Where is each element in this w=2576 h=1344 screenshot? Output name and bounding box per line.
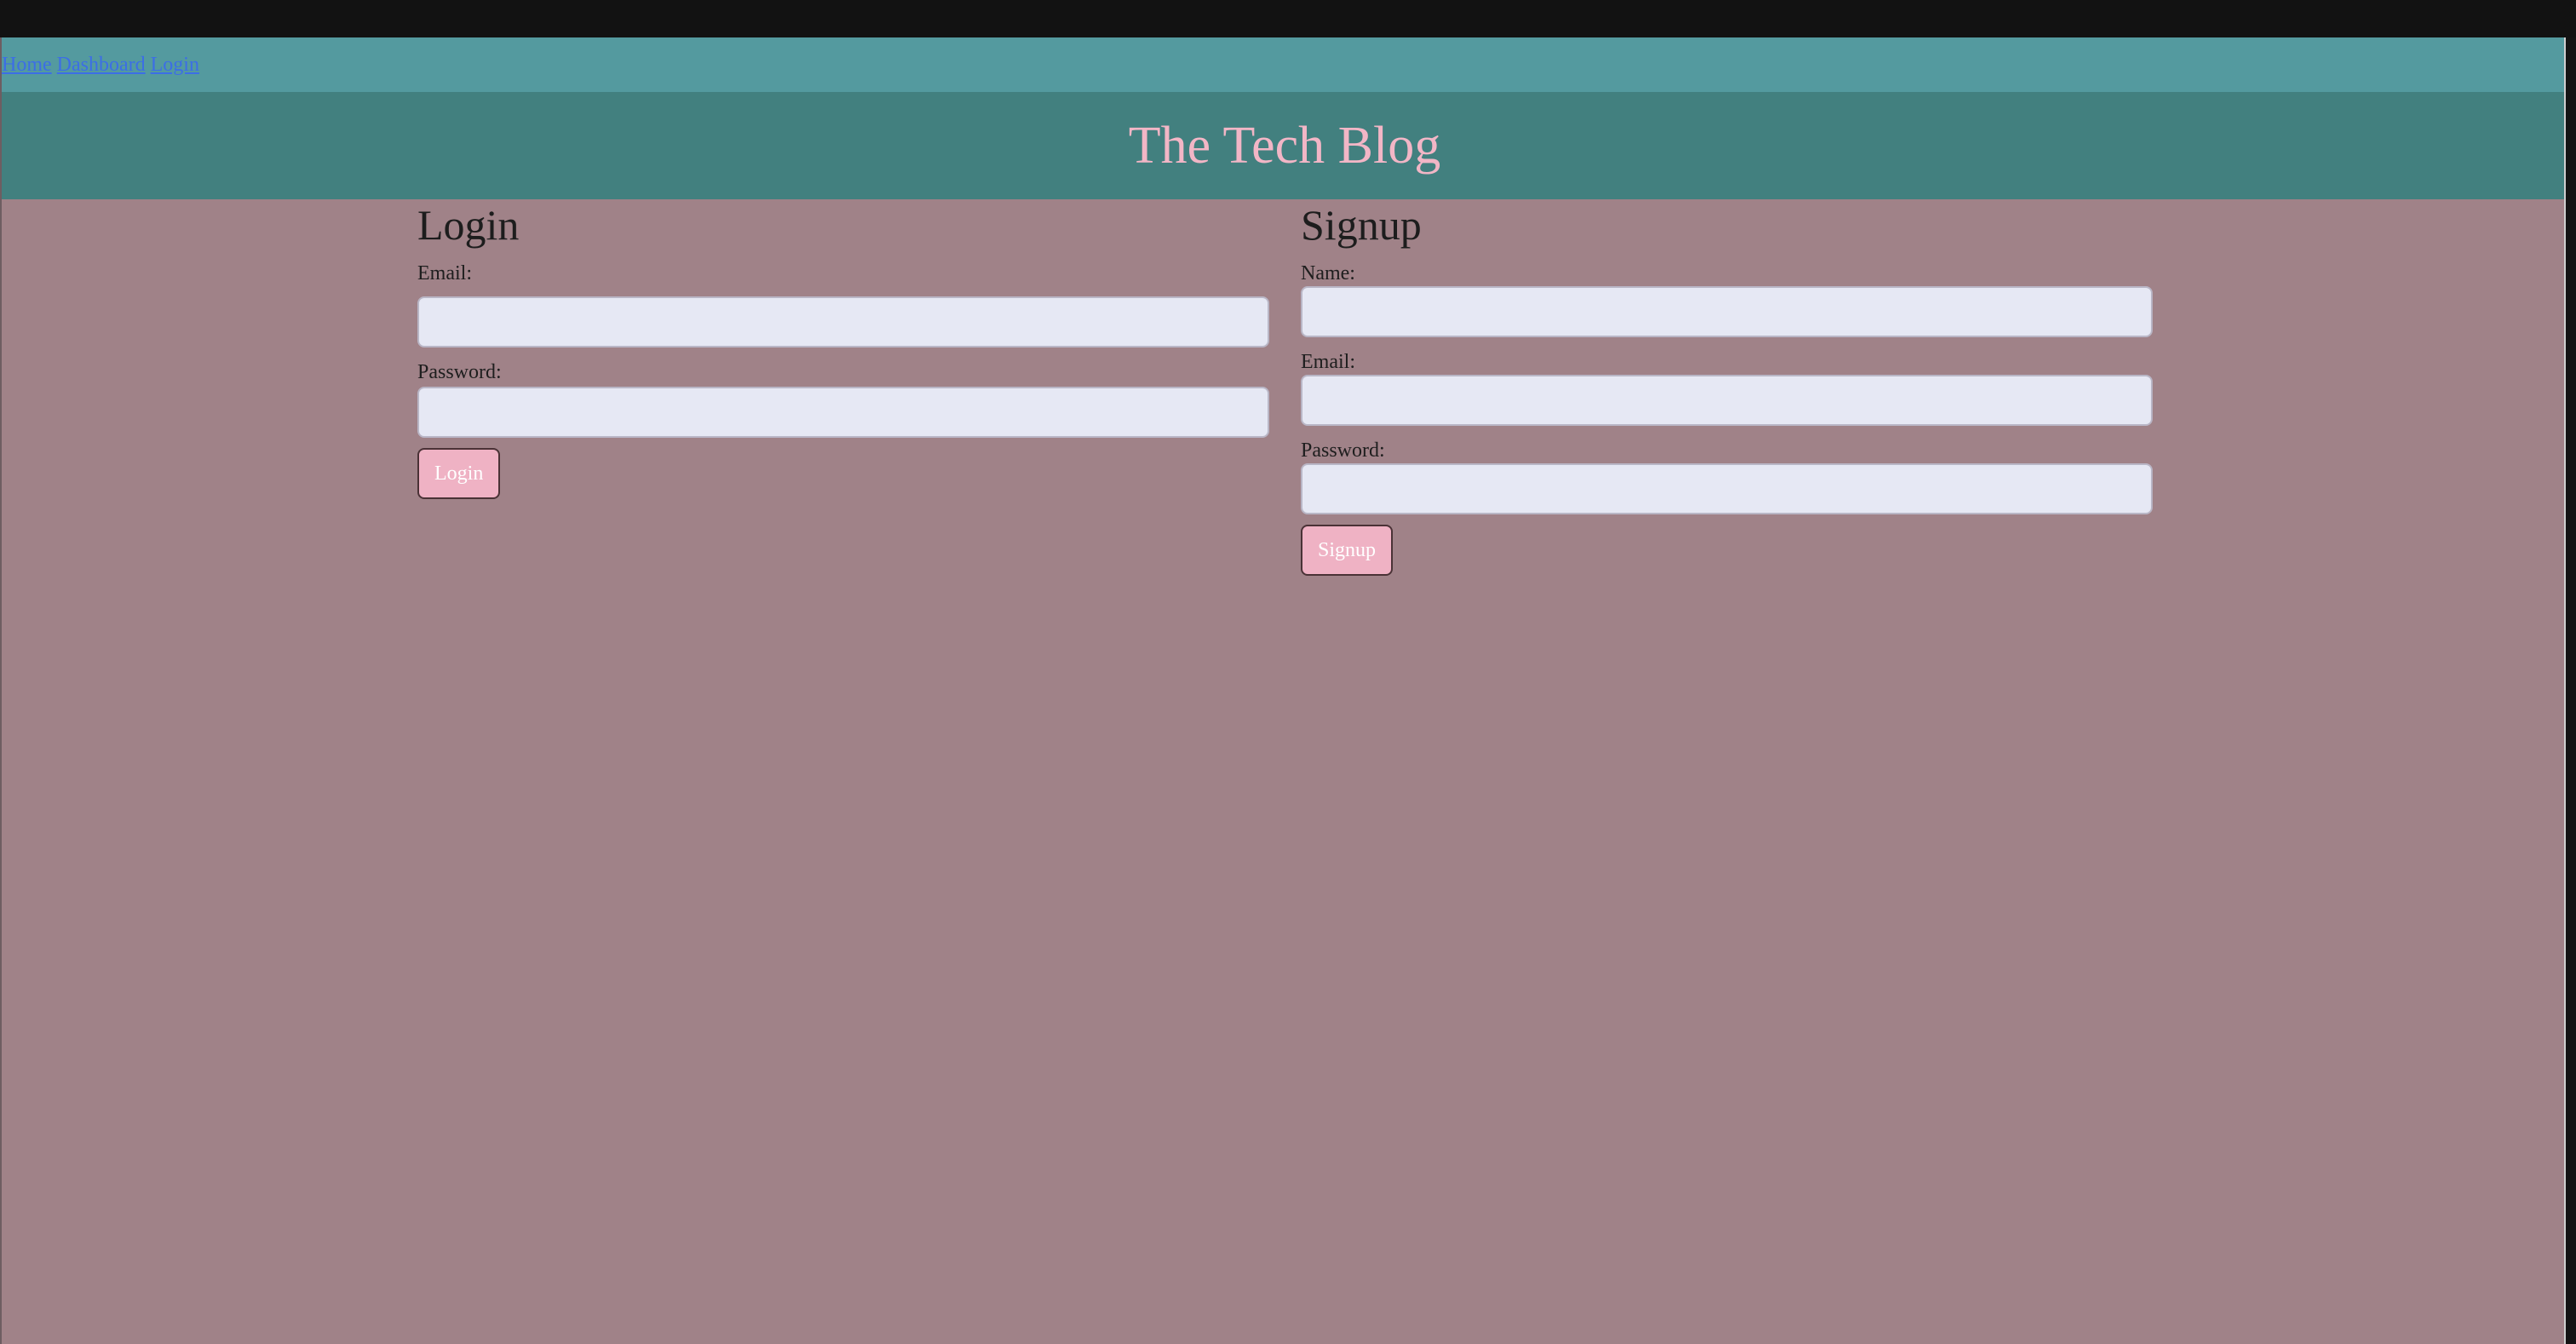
signup-form: Signup Name: Email: Password: Signup bbox=[1301, 199, 2153, 576]
login-heading: Login bbox=[417, 201, 520, 249]
signup-heading: Signup bbox=[1301, 201, 1422, 249]
login-button[interactable]: Login bbox=[417, 448, 501, 499]
login-form: Login Email: Password: Login bbox=[417, 199, 1269, 499]
signup-password-input[interactable] bbox=[1301, 463, 2153, 514]
login-password-label: Password: bbox=[417, 361, 502, 383]
nav-link-home[interactable]: Home bbox=[2, 54, 52, 77]
page: Home Dashboard Login The Tech Blog Login… bbox=[0, 37, 2567, 1344]
signup-name-input[interactable] bbox=[1301, 286, 2153, 337]
site-title: The Tech Blog bbox=[1128, 116, 1441, 175]
nav-link-dashboard[interactable]: Dashboard bbox=[57, 54, 146, 77]
login-password-input[interactable] bbox=[417, 387, 1269, 438]
signup-button[interactable]: Signup bbox=[1301, 525, 1394, 576]
login-email-label: Email: bbox=[417, 262, 472, 284]
window-right-edge bbox=[2564, 37, 2576, 1344]
site-header: The Tech Blog bbox=[2, 92, 2567, 199]
top-nav: Home Dashboard Login bbox=[2, 37, 2567, 92]
nav-link-login[interactable]: Login bbox=[151, 54, 199, 77]
signup-name-label: Name: bbox=[1301, 262, 1355, 284]
login-email-input[interactable] bbox=[417, 296, 1269, 347]
signup-email-label: Email: bbox=[1301, 351, 1355, 373]
signup-email-input[interactable] bbox=[1301, 375, 2153, 426]
signup-password-label: Password: bbox=[1301, 439, 1385, 462]
browser-top-bar bbox=[0, 0, 2576, 39]
